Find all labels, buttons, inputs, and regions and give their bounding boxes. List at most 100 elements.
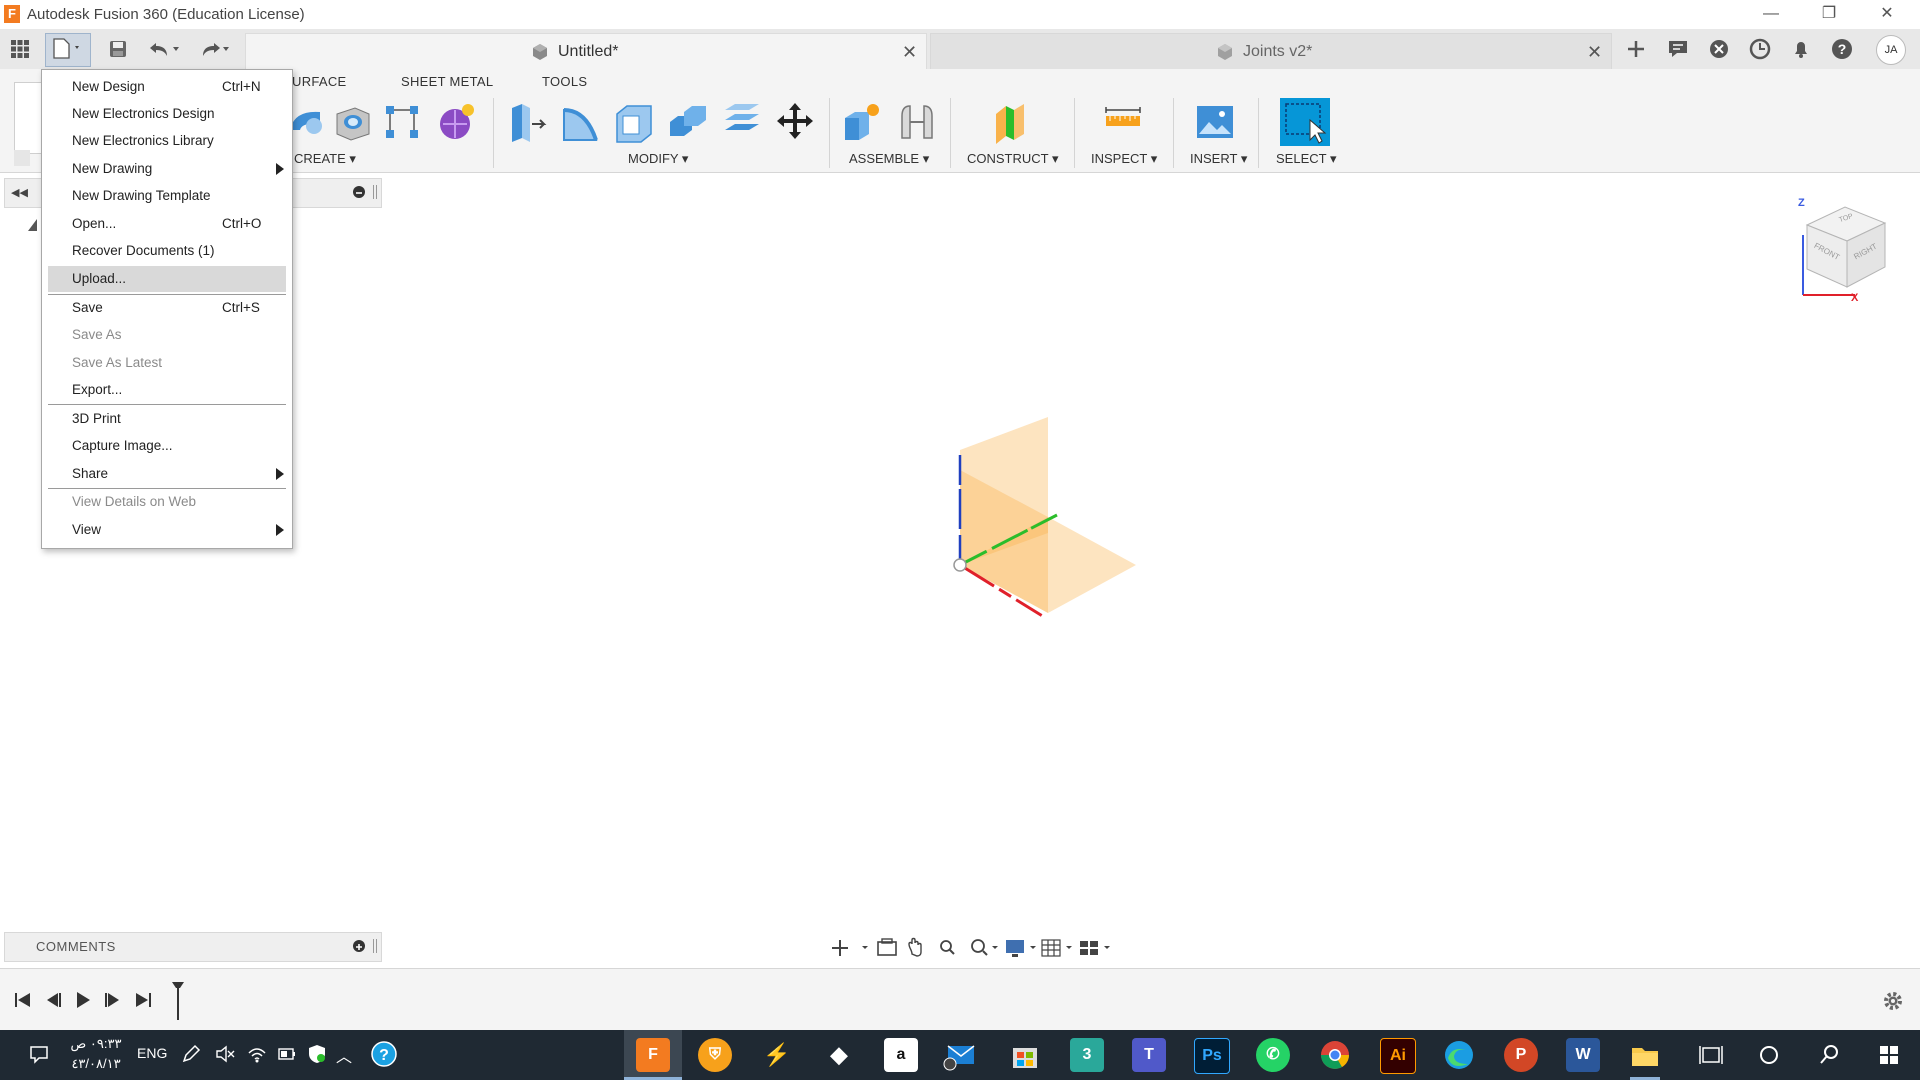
menu-item-new-drawing-template[interactable]: New Drawing Template: [48, 183, 286, 209]
battery-icon[interactable]: [276, 1043, 298, 1070]
chrome-taskbar-icon[interactable]: [1318, 1038, 1352, 1072]
hammer-taskbar-icon[interactable]: ⚡: [760, 1038, 794, 1072]
menu-item-view[interactable]: View: [48, 517, 286, 543]
fillet-icon[interactable]: [560, 100, 602, 144]
notifications-icon[interactable]: [1787, 35, 1815, 63]
menu-item-new-electronics-design[interactable]: New Electronics Design: [48, 101, 286, 127]
comments-add-icon[interactable]: [353, 940, 365, 952]
word-taskbar-icon[interactable]: W: [1566, 1038, 1600, 1072]
menu-item-save-as[interactable]: Save As: [48, 322, 286, 348]
3ds-max-taskbar-icon[interactable]: 3: [1070, 1038, 1104, 1072]
task-view-icon[interactable]: [1694, 1038, 1728, 1072]
teams-taskbar-icon[interactable]: T: [1132, 1038, 1166, 1072]
timeline-last-icon[interactable]: [132, 989, 154, 1016]
timeline-marker[interactable]: [170, 980, 186, 1027]
menu-item-new-electronics-library[interactable]: New Electronics Library: [48, 128, 286, 154]
assemble-group-label[interactable]: ASSEMBLE ▾: [849, 151, 929, 167]
illustrator-taskbar-icon[interactable]: Ai: [1380, 1038, 1416, 1074]
amazon-taskbar-icon[interactable]: a: [884, 1038, 918, 1072]
tab-close-icon[interactable]: ✕: [902, 42, 917, 63]
defender-shield-icon[interactable]: [306, 1043, 328, 1070]
offset-face-icon[interactable]: [721, 100, 763, 144]
pen-icon[interactable]: [180, 1043, 202, 1070]
pattern-icon[interactable]: [382, 100, 424, 144]
browser-tree-expander-icon[interactable]: [27, 218, 39, 237]
timeline-first-icon[interactable]: [12, 989, 34, 1016]
menu-item-recover-documents[interactable]: Recover Documents (1): [48, 238, 286, 264]
file-menu-button[interactable]: [45, 33, 91, 67]
redo-icon[interactable]: [196, 35, 236, 63]
viewcube[interactable]: Z X TOP FRONT RIGHT: [1795, 195, 1895, 305]
tab-close-icon[interactable]: ✕: [1587, 42, 1602, 63]
user-avatar[interactable]: JA: [1876, 35, 1906, 65]
data-panel-grid-icon[interactable]: [8, 35, 32, 63]
collapse-panel-icon[interactable]: ◀◀: [11, 186, 28, 199]
timeline-settings-gear-icon[interactable]: [1882, 990, 1904, 1017]
modify-group-label[interactable]: MODIFY ▾: [628, 151, 688, 167]
tab-joints-v2[interactable]: Joints v2* ✕: [930, 33, 1612, 70]
help-taskbar-icon[interactable]: ?: [370, 1040, 398, 1073]
show-hidden-icons-chevron-icon[interactable]: ︿: [336, 1043, 352, 1067]
menu-item-capture-image[interactable]: Capture Image...: [48, 433, 286, 459]
comments-icon[interactable]: [1664, 35, 1692, 63]
tab-surface[interactable]: URFACE: [292, 74, 347, 89]
measure-icon[interactable]: [1102, 100, 1144, 144]
bitwarden-taskbar-icon[interactable]: ⛨: [698, 1038, 732, 1072]
whatsapp-taskbar-icon[interactable]: ✆: [1256, 1038, 1290, 1072]
joint-icon[interactable]: [896, 100, 938, 144]
menu-item-new-design[interactable]: New Design Ctrl+N: [48, 74, 286, 100]
extensions-icon[interactable]: [1705, 35, 1733, 63]
store-taskbar-icon[interactable]: [1008, 1038, 1042, 1072]
create-group-label[interactable]: CREATE ▾: [294, 151, 356, 167]
minimize-button[interactable]: —: [1748, 2, 1794, 26]
fusion-360-taskbar-icon[interactable]: F: [636, 1038, 670, 1072]
shell-icon[interactable]: [613, 100, 655, 144]
undo-icon[interactable]: [146, 35, 186, 63]
menu-item-view-details-on-web[interactable]: View Details on Web: [48, 489, 286, 515]
windows-start-icon[interactable]: [1872, 1038, 1906, 1072]
job-status-icon[interactable]: [1746, 35, 1774, 63]
origin-planes[interactable]: [930, 405, 1150, 635]
file-explorer-taskbar-icon[interactable]: [1628, 1038, 1662, 1072]
close-button[interactable]: ✕: [1864, 2, 1910, 26]
tab-sheet-metal[interactable]: SHEET METAL: [401, 74, 493, 89]
restore-button[interactable]: ❐: [1806, 2, 1852, 26]
help-icon[interactable]: ?: [1828, 35, 1856, 63]
menu-item-3d-print[interactable]: 3D Print: [48, 406, 286, 432]
tab-untitled[interactable]: Untitled* ✕: [245, 33, 927, 70]
insert-group-label[interactable]: INSERT ▾: [1190, 151, 1247, 167]
dropbox-taskbar-icon[interactable]: ◆: [822, 1038, 856, 1072]
combine-icon[interactable]: [666, 100, 708, 144]
move-copy-icon[interactable]: [774, 100, 816, 144]
select-tool-icon[interactable]: [1280, 98, 1330, 146]
tab-tools[interactable]: TOOLS: [542, 74, 587, 89]
menu-item-open[interactable]: Open... Ctrl+O: [48, 211, 286, 237]
inspect-group-label[interactable]: INSPECT ▾: [1091, 151, 1157, 167]
taskbar-clock[interactable]: ٠٩:٣٣ ص ٤٣/٠٨/١٣: [62, 1034, 130, 1074]
construct-group-label[interactable]: CONSTRUCT ▾: [967, 151, 1059, 167]
search-icon[interactable]: [1812, 1038, 1846, 1072]
press-pull-icon[interactable]: [506, 100, 548, 144]
offset-plane-icon[interactable]: [990, 100, 1032, 144]
wifi-icon[interactable]: [246, 1043, 268, 1070]
panel-resize-handle[interactable]: [373, 939, 377, 953]
input-language[interactable]: ENG: [137, 1045, 167, 1061]
volume-muted-icon[interactable]: [214, 1043, 236, 1070]
new-component-icon[interactable]: [841, 100, 883, 144]
powerpoint-taskbar-icon[interactable]: P: [1504, 1038, 1538, 1072]
create-form-icon[interactable]: [435, 100, 477, 144]
timeline-next-icon[interactable]: [102, 989, 124, 1016]
menu-item-save[interactable]: Save Ctrl+S: [48, 295, 286, 321]
panel-minimize-icon[interactable]: [353, 186, 365, 198]
save-icon[interactable]: [106, 35, 130, 63]
menu-item-new-drawing[interactable]: New Drawing: [48, 156, 286, 182]
menu-item-export[interactable]: Export...: [48, 377, 286, 403]
select-group-label[interactable]: SELECT ▾: [1276, 151, 1336, 167]
timeline-play-icon[interactable]: [72, 989, 94, 1016]
menu-item-share[interactable]: Share: [48, 461, 286, 487]
insert-image-icon[interactable]: [1194, 100, 1236, 144]
cortana-icon[interactable]: [1752, 1038, 1786, 1072]
panel-resize-handle[interactable]: [373, 185, 377, 199]
hole-icon[interactable]: [331, 100, 373, 144]
timeline-previous-icon[interactable]: [42, 989, 64, 1016]
